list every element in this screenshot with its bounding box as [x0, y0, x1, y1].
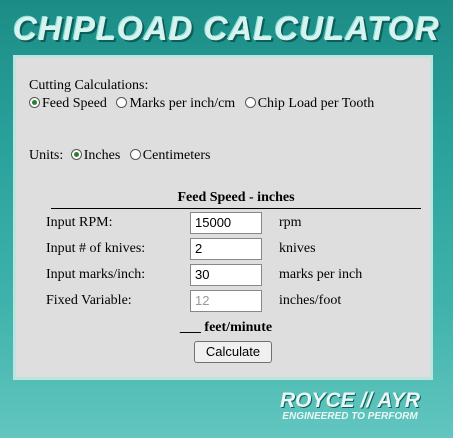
logo-brand: ROYCE // AYR [279, 389, 421, 412]
radio-circle[interactable] [70, 149, 82, 160]
radio-feed-speed[interactable]: Feed Speed [29, 96, 113, 111]
app-title: CHIPLOAD CALCULATOR [13, 10, 440, 47]
fixed-variable-label: Fixed Variable: [46, 293, 132, 308]
section-divider [51, 208, 421, 209]
result-text: ___ feet/minute [179, 320, 273, 335]
units-label: Units: [29, 148, 64, 163]
logo-tagline: ENGINEERED TO PERFORM [282, 411, 418, 422]
rpm-label: Input RPM: [46, 215, 113, 230]
radio-circle[interactable] [29, 97, 40, 108]
radio-circle[interactable] [129, 149, 141, 160]
calculator-panel: Cutting Calculations: Feed Speed Marks p… [13, 55, 433, 380]
radio-marks-per-inch[interactable]: Marks per inch/cm [116, 96, 241, 111]
cutting-calculations-label: Cutting Calculations: [29, 78, 149, 93]
radio-chip-load[interactable]: Chip Load per Tooth [244, 96, 381, 111]
knives-label: Input # of knives: [46, 241, 146, 256]
radio-inches[interactable]: Inches [70, 148, 127, 163]
calculate-button[interactable]: Calculate [194, 341, 272, 363]
marks-input[interactable]: 30 [190, 264, 262, 286]
radio-circle[interactable] [244, 97, 256, 108]
radio-centimeters[interactable]: Centimeters [129, 148, 217, 163]
knives-input[interactable]: 2 [190, 238, 262, 260]
marks-label: Input marks/inch: [46, 267, 146, 282]
rpm-unit: rpm [279, 215, 302, 230]
royce-ayr-logo: ROYCE // AYR ENGINEERED TO PERFORM [265, 389, 435, 422]
marks-unit: marks per inch [279, 267, 363, 282]
units-group: Units: Inches Centimeters [29, 148, 216, 164]
fixed-variable-input: 12 [190, 290, 262, 312]
knives-unit: knives [279, 241, 316, 256]
rpm-input[interactable]: 15000 [190, 212, 262, 234]
cutting-calculations-options: Feed Speed Marks per inch/cm Chip Load p… [29, 96, 380, 112]
radio-circle[interactable] [116, 97, 128, 108]
fixed-variable-unit: inches/foot [279, 293, 342, 308]
section-title: Feed Speed - inches [177, 190, 295, 205]
